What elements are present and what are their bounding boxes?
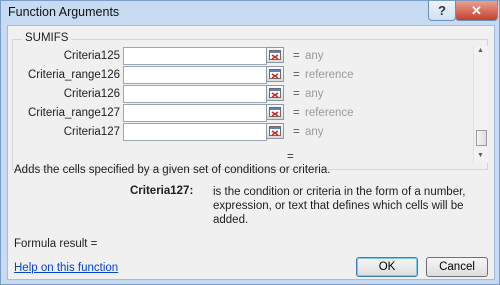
range-select-icon (269, 126, 281, 136)
equals-sign: = (293, 69, 300, 81)
help-on-function-link[interactable]: Help on this function (14, 262, 118, 274)
arg-row-criteria127: Criteria127 = any (12, 123, 472, 142)
equals-sign: = (293, 126, 300, 138)
function-description: Adds the cells specified by a given set … (14, 164, 331, 176)
equals-sign: = (293, 50, 300, 62)
criteria125-input[interactable] (123, 47, 267, 65)
dialog-title: Function Arguments (8, 5, 120, 19)
range-select-icon (269, 107, 281, 117)
arguments-scrollbar[interactable]: ▲ ▼ (473, 46, 488, 163)
ok-button[interactable]: OK (356, 257, 418, 277)
scroll-down-icon[interactable]: ▼ (477, 152, 484, 159)
dialog-body: SUMIFS Criteria125 = any Criteria_range1… (7, 25, 495, 280)
formula-result: Formula result = (14, 238, 98, 250)
criteria127-input[interactable] (123, 123, 267, 141)
help-button[interactable]: ? (428, 1, 456, 21)
collapse-dialog-button[interactable] (266, 104, 284, 120)
arguments-group: SUMIFS Criteria125 = any Criteria_range1… (12, 32, 488, 170)
collapse-dialog-button[interactable] (266, 47, 284, 63)
criteria126-input[interactable] (123, 85, 267, 103)
equals-sign: = (293, 107, 300, 119)
cancel-button[interactable]: Cancel (426, 257, 488, 277)
arg-row-criteria-range127: Criteria_range127 = reference (12, 104, 472, 123)
function-name: SUMIFS (22, 32, 72, 44)
arg-type-hint: reference (305, 107, 354, 119)
arg-type-hint: any (305, 88, 324, 100)
criteria-range126-input[interactable] (123, 66, 267, 84)
function-arguments-dialog: Function Arguments ? ✕ SUMIFS Criteria12… (0, 0, 500, 285)
close-icon: ✕ (471, 2, 482, 18)
collapse-dialog-button[interactable] (266, 66, 284, 82)
collapse-dialog-button[interactable] (266, 123, 284, 139)
arg-row-criteria125: Criteria125 = any (12, 47, 472, 66)
arg-row-criteria126: Criteria126 = any (12, 85, 472, 104)
function-result-equals: = (287, 151, 294, 163)
criteria-range127-input[interactable] (123, 104, 267, 122)
scroll-up-icon[interactable]: ▲ (477, 47, 484, 54)
close-button[interactable]: ✕ (455, 1, 498, 21)
range-select-icon (269, 88, 281, 98)
argument-help-text: is the condition or criteria in the form… (213, 186, 466, 226)
arg-label: Criteria126 (63, 88, 120, 100)
question-icon: ? (438, 3, 446, 18)
title-bar: Function Arguments ? ✕ (1, 1, 499, 23)
arg-label: Criteria_range127 (27, 107, 120, 119)
range-select-icon (269, 50, 281, 60)
arg-label: Criteria125 (63, 50, 120, 62)
argument-help-name: Criteria127: (130, 185, 194, 197)
arg-type-hint: any (305, 50, 324, 62)
arg-type-hint: any (305, 126, 324, 138)
collapse-dialog-button[interactable] (266, 85, 284, 101)
arg-type-hint: reference (305, 69, 354, 81)
arg-label: Criteria_range126 (27, 69, 120, 81)
scroll-thumb[interactable] (476, 130, 487, 146)
range-select-icon (269, 69, 281, 79)
arg-row-criteria-range126: Criteria_range126 = reference (12, 66, 472, 85)
equals-sign: = (293, 88, 300, 100)
arg-label: Criteria127 (63, 126, 120, 138)
